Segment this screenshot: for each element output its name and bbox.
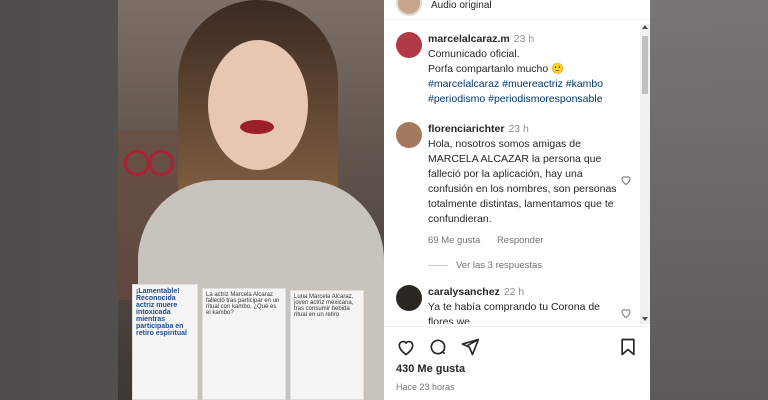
comment-time: 22 h xyxy=(503,286,525,298)
commenter-avatar[interactable] xyxy=(396,32,422,58)
comment-text-line: Porfa compartanlo mucho 🙂 xyxy=(428,63,565,75)
comment-body: caralysanchez 22 h Ya te había comprando … xyxy=(428,285,624,324)
post-video[interactable]: ¡Lamentable! Reconocida actriz muere int… xyxy=(118,0,384,400)
post-header: Audio original xyxy=(384,0,650,20)
comment-meta: 69 Me gusta Responder xyxy=(428,233,624,248)
share-icon[interactable] xyxy=(460,337,480,357)
hashtag-link[interactable]: #kambo xyxy=(566,78,603,90)
hashtag-link[interactable]: #periodismo xyxy=(428,93,485,105)
scroll-up-arrow-icon[interactable] xyxy=(642,25,648,29)
comment-text: Ya te había comprando tu Corona de flore… xyxy=(428,301,601,324)
person-face xyxy=(208,40,308,170)
replies-divider xyxy=(428,264,448,266)
post-timestamp: Hace 23 horas xyxy=(396,382,455,392)
news-card-3: Luna Marcela Alcaraz, joven actriz mexic… xyxy=(290,290,364,400)
view-replies-label: Ver las 3 respuestas xyxy=(456,260,543,271)
audio-label[interactable]: Audio original xyxy=(431,0,492,11)
comment-icon[interactable] xyxy=(428,337,448,357)
news-card-3-headline: Luna Marcela Alcaraz, joven actriz mexic… xyxy=(294,294,354,318)
wreath-ornament xyxy=(124,150,150,176)
hashtag-link[interactable]: #periodismoresponsable xyxy=(488,93,602,105)
comment-list[interactable]: marcelalcaraz.m 23 h Comunicado oficial. … xyxy=(384,24,640,324)
commenter-avatar[interactable] xyxy=(396,285,422,311)
comment-text: Hola, nosotros somos amigas de MARCELA A… xyxy=(428,138,617,225)
commenter-avatar[interactable] xyxy=(396,122,422,148)
news-card-2-headline: La actriz Marcela Alcaraz falleció tras … xyxy=(206,292,280,316)
hashtag-link[interactable]: #marcelalcaraz xyxy=(428,78,499,90)
comment-username[interactable]: caralysanchez xyxy=(428,286,500,298)
heart-icon[interactable] xyxy=(620,307,632,319)
person-lips xyxy=(240,120,274,134)
news-card-1: ¡Lamentable! Reconocida actriz muere int… xyxy=(132,284,198,400)
news-screenshots: ¡Lamentable! Reconocida actriz muere int… xyxy=(132,284,372,400)
comment-text-line: Comunicado oficial. xyxy=(428,48,520,60)
backdrop-right xyxy=(650,0,768,400)
comments-panel: Audio original marcelalcaraz.m 23 h Comun… xyxy=(384,0,650,400)
hashtag-link[interactable]: #muereactriz xyxy=(502,78,563,90)
comment-username[interactable]: florenciarichter xyxy=(428,123,504,135)
scroll-down-arrow-icon[interactable] xyxy=(642,317,648,321)
comment-time: 23 h xyxy=(508,123,529,135)
bookmark-icon[interactable] xyxy=(618,337,638,357)
comment-likes[interactable]: 69 Me gusta xyxy=(428,235,480,246)
scrollbar-thumb[interactable] xyxy=(642,36,648,94)
comment-username[interactable]: marcelalcaraz.m xyxy=(428,33,510,45)
reply-button[interactable]: Responder xyxy=(497,235,543,246)
like-heart-icon[interactable] xyxy=(396,337,416,357)
wreath-ornament xyxy=(148,150,174,176)
comment-body: marcelalcaraz.m 23 h Comunicado oficial. … xyxy=(428,32,624,107)
instagram-post-viewer: ¡Lamentable! Reconocida actriz muere int… xyxy=(0,0,768,400)
likes-count[interactable]: 430 Me gusta xyxy=(396,363,465,375)
action-bar: 430 Me gusta Hace 23 horas xyxy=(384,326,650,400)
view-replies[interactable]: Ver las 3 respuestas xyxy=(428,260,542,271)
comment-time: 23 h xyxy=(513,33,535,45)
comment-body: florenciarichter 23 h Hola, nosotros somo… xyxy=(428,122,624,248)
heart-icon[interactable] xyxy=(620,174,632,186)
news-card-1-headline: ¡Lamentable! Reconocida actriz muere int… xyxy=(136,288,187,337)
news-card-2: La actriz Marcela Alcaraz falleció tras … xyxy=(202,288,286,400)
author-avatar[interactable] xyxy=(396,0,422,16)
